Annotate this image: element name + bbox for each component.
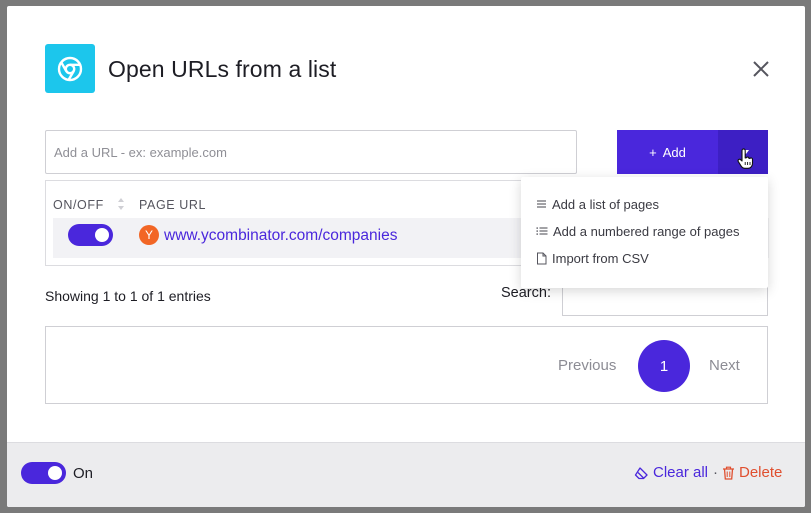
toggle-knob xyxy=(48,466,62,480)
chrome-icon xyxy=(45,44,95,93)
delete-label: Delete xyxy=(739,464,783,481)
add-dropdown-toggle[interactable] xyxy=(718,130,768,174)
trash-icon xyxy=(723,466,734,480)
close-icon[interactable] xyxy=(750,58,772,80)
menu-item-label: Import from CSV xyxy=(552,250,649,266)
toggle-state-label: On xyxy=(73,465,94,482)
row-url-link[interactable]: www.ycombinator.com/companies xyxy=(164,227,397,245)
plus-icon: + xyxy=(649,144,657,160)
next-page-button[interactable]: Next xyxy=(709,357,740,374)
page-1-button[interactable]: 1 xyxy=(638,340,690,392)
entries-info: Showing 1 to 1 of 1 entries xyxy=(45,288,211,304)
add-dropdown-menu: Add a list of pages Add a numbered range… xyxy=(521,177,768,288)
pointer-hand-icon xyxy=(737,148,754,169)
url-input[interactable] xyxy=(45,130,577,174)
menu-item-label: Add a numbered range of pages xyxy=(553,223,740,239)
menu-item-label: Add a list of pages xyxy=(552,196,659,212)
row-enable-toggle[interactable] xyxy=(68,224,113,246)
toggle-knob xyxy=(95,228,109,242)
column-header-page-url[interactable]: PAGE URL xyxy=(139,198,206,212)
delete-button[interactable]: Delete xyxy=(722,464,782,481)
favicon-icon: Y xyxy=(139,225,159,245)
add-button[interactable]: + Add xyxy=(617,130,718,174)
clear-all-label: Clear all xyxy=(653,464,709,481)
global-enable-toggle[interactable] xyxy=(21,462,66,484)
file-icon xyxy=(537,252,547,264)
dialog-footer: On Clear all · Delete xyxy=(7,442,805,507)
separator: · xyxy=(713,464,718,481)
pagination: Previous 1 Next xyxy=(45,326,768,404)
open-urls-dialog: Open URLs from a list + Add ON/OFF PAGE … xyxy=(7,6,805,507)
menu-item-import-csv[interactable]: Import from CSV xyxy=(536,249,649,267)
dialog-title: Open URLs from a list xyxy=(108,56,337,82)
numbered-list-icon xyxy=(536,227,548,235)
previous-page-button[interactable]: Previous xyxy=(558,357,616,374)
sort-icon[interactable] xyxy=(117,196,125,212)
eraser-icon xyxy=(634,466,648,479)
menu-item-add-range[interactable]: Add a numbered range of pages xyxy=(536,222,739,240)
clear-all-button[interactable]: Clear all xyxy=(634,464,708,481)
add-button-label: Add xyxy=(662,144,686,160)
column-header-onoff[interactable]: ON/OFF xyxy=(53,198,104,212)
list-icon xyxy=(537,200,546,208)
menu-item-add-list[interactable]: Add a list of pages xyxy=(536,195,659,213)
